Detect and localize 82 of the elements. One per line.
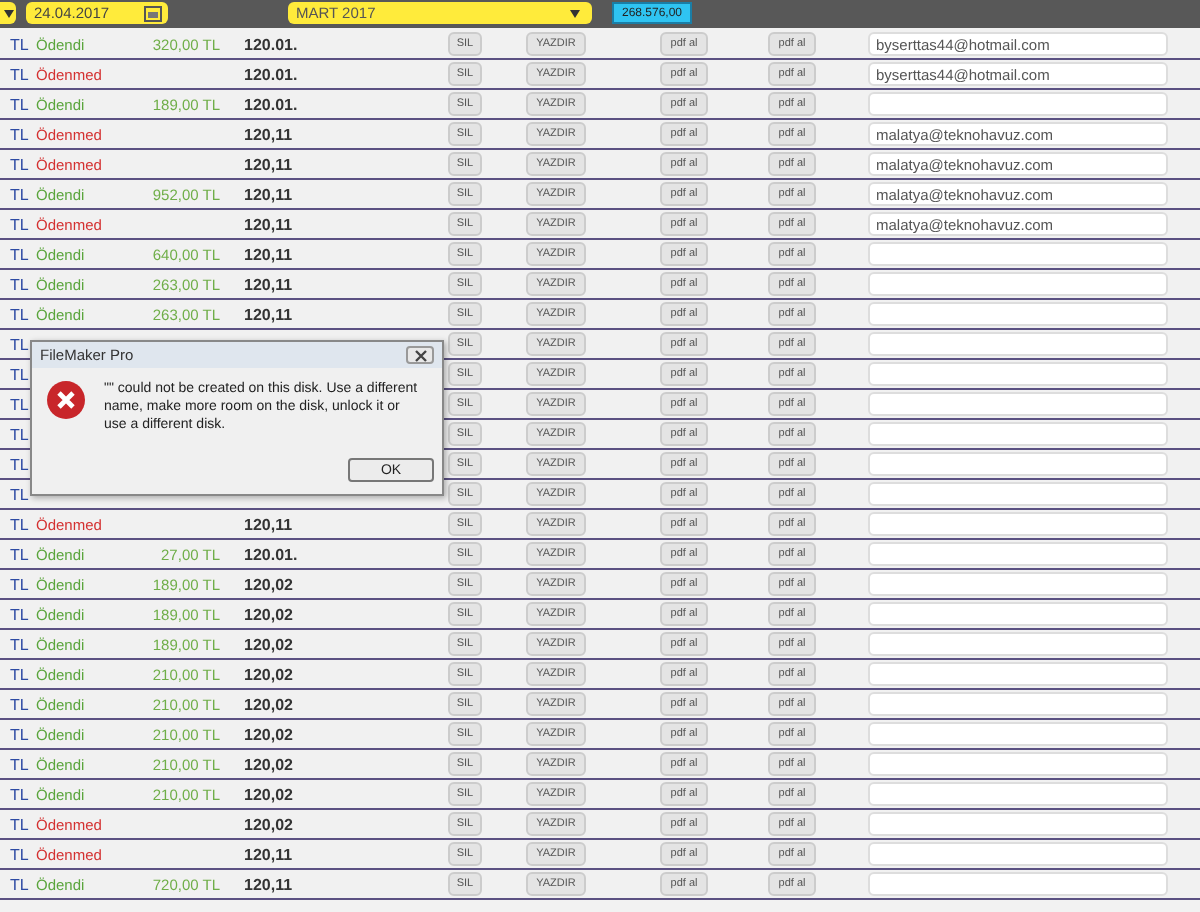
account-code: 120,02 bbox=[244, 785, 293, 803]
error-icon bbox=[46, 380, 86, 420]
email-field[interactable] bbox=[868, 452, 1168, 476]
currency-text: TL bbox=[8, 605, 31, 623]
currency-text: TL bbox=[8, 725, 31, 743]
email-field[interactable] bbox=[868, 752, 1168, 776]
currency-text: TL bbox=[8, 665, 31, 683]
account-code: 120,11 bbox=[244, 275, 293, 293]
currency-text: TL bbox=[8, 515, 31, 533]
email-field[interactable] bbox=[868, 332, 1168, 356]
email-field[interactable] bbox=[868, 242, 1168, 266]
account-code: 120,11 bbox=[244, 875, 293, 893]
currency-text: TL bbox=[8, 185, 31, 203]
calendar-icon[interactable] bbox=[144, 5, 162, 21]
account-code: 120,02 bbox=[244, 755, 293, 773]
currency-text: TL bbox=[8, 215, 31, 233]
currency-text: TL bbox=[8, 425, 31, 443]
currency-text: TL bbox=[8, 485, 31, 503]
account-code: 120,02 bbox=[244, 665, 293, 683]
currency-text: TL bbox=[8, 245, 31, 263]
close-icon bbox=[413, 349, 427, 361]
caret-icon bbox=[570, 9, 580, 17]
currency-text: TL bbox=[8, 785, 31, 803]
currency-text: TL bbox=[8, 545, 31, 563]
email-field[interactable] bbox=[868, 92, 1168, 116]
currency-text: TL bbox=[8, 155, 31, 173]
currency-text: TL bbox=[8, 875, 31, 893]
email-field[interactable] bbox=[868, 632, 1168, 656]
account-code: 120,11 bbox=[244, 515, 293, 533]
email-field[interactable] bbox=[868, 722, 1168, 746]
currency-text: TL bbox=[8, 125, 31, 143]
dropdown-field[interactable] bbox=[0, 2, 16, 24]
currency-text: TL bbox=[8, 815, 31, 833]
email-field[interactable] bbox=[868, 842, 1168, 866]
currency-text: TL bbox=[8, 845, 31, 863]
account-code: 120.01. bbox=[244, 35, 298, 53]
account-code: 120,02 bbox=[244, 575, 293, 593]
currency-text: TL bbox=[8, 95, 31, 113]
currency-text: TL bbox=[8, 575, 31, 593]
email-field[interactable] bbox=[868, 362, 1168, 386]
account-code: 120.01. bbox=[244, 95, 298, 113]
currency-text: TL bbox=[8, 395, 31, 413]
email-field[interactable] bbox=[868, 512, 1168, 536]
email-field[interactable] bbox=[868, 812, 1168, 836]
email-field[interactable] bbox=[868, 482, 1168, 506]
email-field[interactable] bbox=[868, 872, 1168, 896]
close-button[interactable] bbox=[406, 346, 434, 364]
account-code: 120.01. bbox=[244, 545, 298, 563]
currency-text: TL bbox=[8, 635, 31, 653]
currency-text: TL bbox=[8, 65, 31, 83]
email-field[interactable] bbox=[868, 602, 1168, 626]
account-code: 120,02 bbox=[244, 695, 293, 713]
account-code: 120,02 bbox=[244, 725, 293, 743]
currency-text: TL bbox=[8, 35, 31, 53]
currency-text: TL bbox=[8, 335, 31, 353]
currency-text: TL bbox=[8, 755, 31, 773]
currency-text: TL bbox=[8, 275, 31, 293]
account-code: 120.01. bbox=[244, 65, 298, 83]
currency-text: TL bbox=[8, 455, 31, 473]
currency-text: TL bbox=[8, 365, 31, 383]
account-code: 120,02 bbox=[244, 605, 293, 623]
email-field[interactable] bbox=[868, 782, 1168, 806]
account-code: 120,11 bbox=[244, 845, 293, 863]
account-code: 120,11 bbox=[244, 305, 293, 323]
account-code: 120,02 bbox=[244, 635, 293, 653]
email-field[interactable] bbox=[868, 692, 1168, 716]
account-code: 120,11 bbox=[244, 215, 293, 233]
email-field[interactable] bbox=[868, 302, 1168, 326]
currency-text: TL bbox=[8, 305, 31, 323]
currency-text: TL bbox=[8, 695, 31, 713]
caret-icon bbox=[3, 9, 13, 17]
account-code: 120,11 bbox=[244, 155, 293, 173]
email-field[interactable] bbox=[868, 272, 1168, 296]
email-field[interactable] bbox=[868, 572, 1168, 596]
email-field[interactable] bbox=[868, 392, 1168, 416]
email-field[interactable] bbox=[868, 542, 1168, 566]
account-code: 120,11 bbox=[244, 245, 293, 263]
account-code: 120,02 bbox=[244, 815, 293, 833]
account-code: 120,11 bbox=[244, 125, 293, 143]
email-field[interactable] bbox=[868, 662, 1168, 686]
account-code: 120,11 bbox=[244, 185, 293, 203]
email-field[interactable] bbox=[868, 422, 1168, 446]
